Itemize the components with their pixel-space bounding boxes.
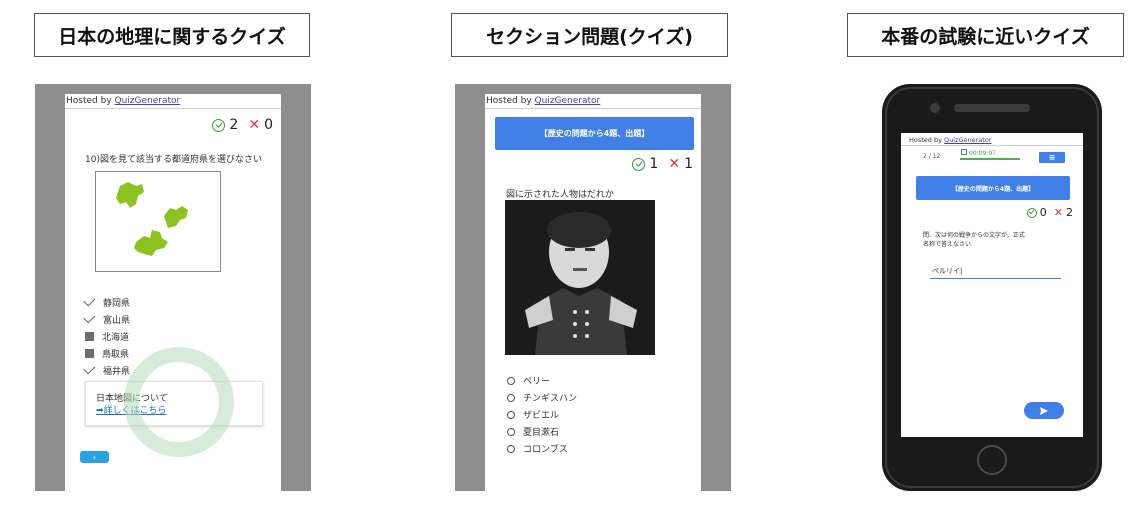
wrong-count: 1: [684, 156, 693, 172]
hosted-prefix: Hosted by: [909, 136, 945, 144]
timer-icon: [961, 149, 967, 155]
left-device-frame: Hosted by QuizGenerator 2 ✕ 0 10)図を見て該当す…: [35, 84, 311, 491]
correct-icon: [1026, 207, 1037, 218]
correct-count: 0: [1039, 206, 1047, 219]
option-label: 静岡県: [103, 299, 131, 309]
option-label: チンギスハン: [523, 394, 578, 404]
timer-bar: [960, 158, 1020, 160]
radio-icon: [507, 410, 515, 419]
correct-count: 1: [649, 156, 659, 172]
option-natsume-soseki[interactable]: 夏目漱石: [507, 425, 559, 438]
radio-icon: [507, 376, 515, 385]
wrong-count: 2: [1066, 206, 1073, 219]
phone-quiz-screen: Hosted by QuizGenerator 2 / 12 00:09:07 …: [901, 133, 1083, 437]
timer-value: 00:09:07: [969, 150, 996, 157]
option-hokkaido[interactable]: 北海道: [85, 330, 129, 343]
score-display: 2 ✕ 0: [212, 117, 273, 133]
prefecture-shape-toyama: [116, 182, 144, 208]
touch-indicator-ring: [124, 347, 234, 457]
option-label: 北海道: [102, 333, 130, 343]
wrong-icon: ✕: [1053, 206, 1063, 219]
answer-input[interactable]: ペルリイ|: [930, 263, 1061, 279]
score-display: 1 ✕ 1: [632, 156, 693, 172]
wrong-icon: ✕: [668, 156, 681, 172]
middle-device-frame: Hosted by QuizGenerator 【歴史の問題から4題、出題】 1…: [455, 84, 731, 491]
wrong-count: 0: [264, 117, 273, 133]
answer-value: ペルリイ|: [932, 267, 963, 275]
correct-count: 2: [229, 117, 239, 133]
question-text-line2: 名称で答えなさい: [923, 241, 972, 248]
header-divider: [901, 145, 1083, 146]
score-display: 0 ✕ 2: [1026, 206, 1073, 219]
heading-text: 本番の試験に近いクイズ: [881, 25, 1090, 48]
quizgenerator-link[interactable]: QuizGenerator: [944, 136, 991, 144]
heading-text: 日本の地理に関するクイズ: [58, 25, 286, 48]
home-button[interactable]: [977, 445, 1007, 475]
back-button[interactable]: ‹: [80, 451, 109, 463]
option-xavier[interactable]: ザビエル: [507, 408, 559, 421]
radio-icon: [507, 427, 515, 436]
timer: 00:09:07: [961, 149, 996, 157]
middle-quiz-screen: Hosted by QuizGenerator 【歴史の問題から4題、出題】 1…: [485, 94, 701, 491]
option-label: ペリー: [523, 377, 551, 387]
check-icon: [83, 362, 96, 375]
hosted-by: Hosted by QuizGenerator: [486, 96, 600, 106]
radio-icon: [507, 393, 515, 402]
prefecture-shape-shizuoka: [134, 230, 168, 256]
option-fukui[interactable]: 福井県: [83, 362, 131, 377]
smartphone-frame: Hosted by QuizGenerator 2 / 12 00:09:07 …: [882, 84, 1102, 491]
stage: 日本の地理に関するクイズ セクション問題(クイズ) 本番の試験に近いクイズ Ho…: [0, 0, 1144, 505]
correct-icon: [632, 157, 646, 171]
prefecture-shape-fukui: [164, 206, 188, 228]
section-button[interactable]: 【歴史の問題から4題、出題】: [495, 117, 694, 150]
heading-section-quiz: セクション問題(クイズ): [451, 13, 728, 57]
section-button[interactable]: 【歴史の問題から4題、出題】: [916, 176, 1070, 200]
heading-exam-like-quiz: 本番の試験に近いクイズ: [847, 13, 1124, 57]
check-icon: [83, 294, 96, 307]
phone-camera: [930, 103, 940, 113]
option-columbus[interactable]: コロンブス: [507, 442, 568, 455]
option-tottori[interactable]: 鳥取県: [85, 347, 129, 360]
option-shizuoka[interactable]: 静岡県: [83, 294, 131, 309]
square-icon: [85, 332, 94, 341]
portrait-drawing: [505, 200, 655, 355]
option-label: コロンブス: [523, 445, 568, 455]
option-toyama[interactable]: 富山県: [83, 311, 131, 326]
question-text: 10)図を見て該当する都道府県を選びなさい: [85, 155, 262, 165]
hosted-by: Hosted by QuizGenerator: [66, 96, 180, 106]
header-divider: [65, 108, 281, 109]
heading-japan-geography-quiz: 日本の地理に関するクイズ: [34, 13, 310, 57]
question-text-line1: 問、次は何の戦争からの文字が、正式: [923, 232, 1025, 239]
option-label: 夏目漱石: [523, 428, 560, 438]
menu-button[interactable]: ≡: [1039, 152, 1065, 163]
quizgenerator-link[interactable]: QuizGenerator: [115, 96, 181, 106]
option-genghis-khan[interactable]: チンギスハン: [507, 391, 577, 404]
hosted-prefix: Hosted by: [66, 96, 115, 106]
phone-speaker: [954, 104, 1030, 112]
option-label: 福井県: [103, 367, 131, 377]
option-label: 富山県: [103, 316, 131, 326]
progress-counter: 2 / 12: [923, 153, 941, 160]
map-shapes: [116, 182, 188, 256]
option-label: 鳥取県: [102, 350, 130, 360]
question-text: 図に示された人物はだれか: [506, 190, 614, 200]
left-quiz-screen: Hosted by QuizGenerator 2 ✕ 0 10)図を見て該当す…: [65, 94, 281, 491]
quizgenerator-link[interactable]: QuizGenerator: [535, 96, 601, 106]
option-perry[interactable]: ペリー: [507, 374, 550, 387]
square-icon: [85, 349, 94, 358]
send-icon: [1040, 406, 1048, 415]
hosted-by: Hosted by QuizGenerator: [909, 136, 992, 144]
hosted-prefix: Hosted by: [486, 96, 535, 106]
option-label: ザビエル: [523, 411, 560, 421]
wrong-icon: ✕: [248, 117, 261, 133]
correct-icon: [212, 118, 226, 132]
check-icon: [83, 311, 96, 324]
heading-text: セクション問題(クイズ): [486, 25, 693, 48]
radio-icon: [507, 444, 515, 453]
prefecture-map: [95, 171, 221, 272]
header-divider: [485, 108, 701, 109]
portrait-image: [505, 200, 655, 355]
submit-button[interactable]: [1024, 402, 1064, 419]
